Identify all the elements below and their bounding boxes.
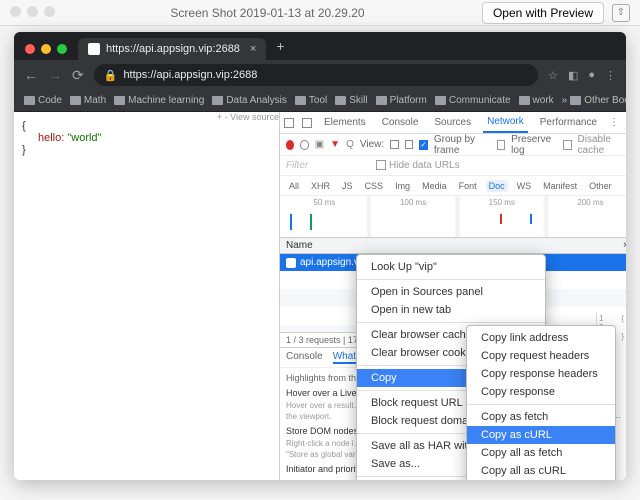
bookmark-folder[interactable]: Math <box>70 95 106 106</box>
device-icon[interactable] <box>302 118 312 128</box>
type-media[interactable]: Media <box>419 180 450 192</box>
disable-cache-checkbox[interactable] <box>563 140 572 150</box>
back-icon[interactable]: ← <box>24 67 38 83</box>
type-ws[interactable]: WS <box>514 180 535 192</box>
type-img[interactable]: Img <box>392 180 413 192</box>
type-font[interactable]: Font <box>456 180 480 192</box>
reload-icon[interactable]: ⟳ <box>72 67 84 84</box>
close-preview-icon[interactable]: × <box>623 240 626 251</box>
chrome-tabstrip: https://api.appsign.vip:2688 × + <box>14 32 626 60</box>
devtools-more-icon[interactable]: ⋮ <box>609 117 619 128</box>
json-viewer-controls[interactable]: + - View source <box>217 112 279 122</box>
camera-icon[interactable]: ▣ <box>315 139 324 150</box>
bookmark-folder[interactable]: Tool <box>295 95 327 106</box>
bookmark-folder[interactable]: Data Analysis <box>212 95 287 106</box>
open-with-preview-button[interactable]: Open with Preview <box>482 2 604 24</box>
menu-copy-as-fetch[interactable]: Copy as fetch <box>467 408 615 426</box>
type-manifest[interactable]: Manifest <box>540 180 580 192</box>
menu-copy-response[interactable]: Copy response <box>467 383 615 401</box>
drawer-tab-console[interactable]: Console <box>286 351 323 364</box>
other-bookmarks[interactable]: » Other Bookmarks <box>562 95 626 106</box>
tab-network[interactable]: Network <box>483 112 528 133</box>
type-css[interactable]: CSS <box>362 180 387 192</box>
tab-elements[interactable]: Elements <box>320 112 370 133</box>
url-text: https://api.appsign.vip:2688 <box>123 69 257 81</box>
bookmark-folder[interactable]: Communicate <box>435 95 511 106</box>
menu-lookup[interactable]: Look Up "vip" <box>357 258 545 276</box>
view-large-icon[interactable] <box>390 140 399 149</box>
type-doc[interactable]: Doc <box>486 180 508 192</box>
view-small-icon[interactable] <box>405 140 414 149</box>
type-other[interactable]: Other <box>586 180 615 192</box>
new-tab-button[interactable]: + <box>266 38 294 60</box>
macos-titlebar: Screen Shot 2019-01-13 at 20.29.20 Open … <box>0 0 640 26</box>
bookmark-folder[interactable]: Code <box>24 95 62 106</box>
hide-data-urls-checkbox[interactable] <box>376 160 386 170</box>
bookmark-folder[interactable]: Platform <box>376 95 427 106</box>
network-waterfall-overview[interactable]: 50 ms 100 ms 150 ms 200 ms <box>280 196 626 238</box>
tab-performance[interactable]: Performance <box>536 112 601 133</box>
menu-copy-all-fetch[interactable]: Copy all as fetch <box>467 444 615 462</box>
search-icon[interactable]: Q <box>346 139 354 150</box>
close-tab-icon[interactable]: × <box>250 43 256 55</box>
browser-tab[interactable]: https://api.appsign.vip:2688 × <box>78 38 266 60</box>
network-table-header[interactable]: Name × <box>280 238 626 254</box>
bookmark-folder[interactable]: Machine learning <box>114 95 204 106</box>
bookmark-folder[interactable]: work <box>519 95 554 106</box>
quicklook-title: Screen Shot 2019-01-13 at 20.29.20 <box>61 6 474 20</box>
copy-submenu: Copy link address Copy request headers C… <box>466 325 616 480</box>
request-favicon-icon <box>286 258 296 268</box>
preserve-log-checkbox[interactable] <box>497 140 506 150</box>
menu-copy-all-curl[interactable]: Copy all as cURL <box>467 462 615 480</box>
profile-icon[interactable]: ● <box>588 69 595 82</box>
filter-input[interactable]: Filter <box>286 160 308 171</box>
bookmarks-bar: Code Math Machine learning Data Analysis… <box>14 90 626 112</box>
chrome-window: https://api.appsign.vip:2688 × + ← → ⟳ 🔒… <box>14 32 626 480</box>
network-toolbar: ▣ ▼ Q View: ✓ Group by frame Preserve lo… <box>280 134 626 156</box>
macos-traffic-lights[interactable] <box>10 6 61 20</box>
menu-open-tab[interactable]: Open in new tab <box>357 301 545 319</box>
type-xhr[interactable]: XHR <box>308 180 333 192</box>
filter-icon[interactable]: ▼ <box>330 139 340 150</box>
window-traffic-lights[interactable] <box>22 44 70 60</box>
json-value: "world" <box>67 132 101 144</box>
type-js[interactable]: JS <box>339 180 356 192</box>
menu-icon[interactable]: ⋮ <box>605 69 616 82</box>
menu-copy-res-headers[interactable]: Copy response headers <box>467 365 615 383</box>
address-bar[interactable]: 🔒 https://api.appsign.vip:2688 <box>94 64 538 86</box>
menu-copy-link[interactable]: Copy link address <box>467 329 615 347</box>
devtools-close-icon[interactable]: × <box>625 117 626 128</box>
bookmark-folder[interactable]: Skill <box>335 95 367 106</box>
page-content: + - View source { hello: "world" } <box>14 112 279 480</box>
tab-sources[interactable]: Sources <box>430 112 475 133</box>
group-by-frame-checkbox[interactable]: ✓ <box>419 140 428 150</box>
forward-icon: → <box>48 67 62 83</box>
extension-icon[interactable]: ◧ <box>568 69 578 82</box>
menu-open-sources[interactable]: Open in Sources panel <box>357 283 545 301</box>
network-type-filter: All XHR JS CSS Img Media Font Doc WS Man… <box>280 176 626 196</box>
tab-title: https://api.appsign.vip:2688 <box>106 43 240 55</box>
record-icon[interactable] <box>286 140 294 150</box>
menu-copy-as-curl[interactable]: Copy as cURL <box>467 426 615 444</box>
star-icon[interactable]: ☆ <box>548 69 558 82</box>
lock-icon[interactable]: 🔒 <box>104 69 118 82</box>
clear-icon[interactable] <box>300 140 309 150</box>
chrome-toolbar: ← → ⟳ 🔒 https://api.appsign.vip:2688 ☆ ◧… <box>14 60 626 90</box>
tab-console[interactable]: Console <box>378 112 423 133</box>
share-icon[interactable]: ⇧ <box>612 4 630 22</box>
devtools-tabs: Elements Console Sources Network Perform… <box>280 112 626 134</box>
inspect-icon[interactable] <box>284 118 294 128</box>
favicon-icon <box>88 43 100 55</box>
network-filter-row: Filter Hide data URLs <box>280 156 626 176</box>
type-all[interactable]: All <box>286 180 302 192</box>
menu-copy-req-headers[interactable]: Copy request headers <box>467 347 615 365</box>
json-key: hello: <box>38 132 64 144</box>
